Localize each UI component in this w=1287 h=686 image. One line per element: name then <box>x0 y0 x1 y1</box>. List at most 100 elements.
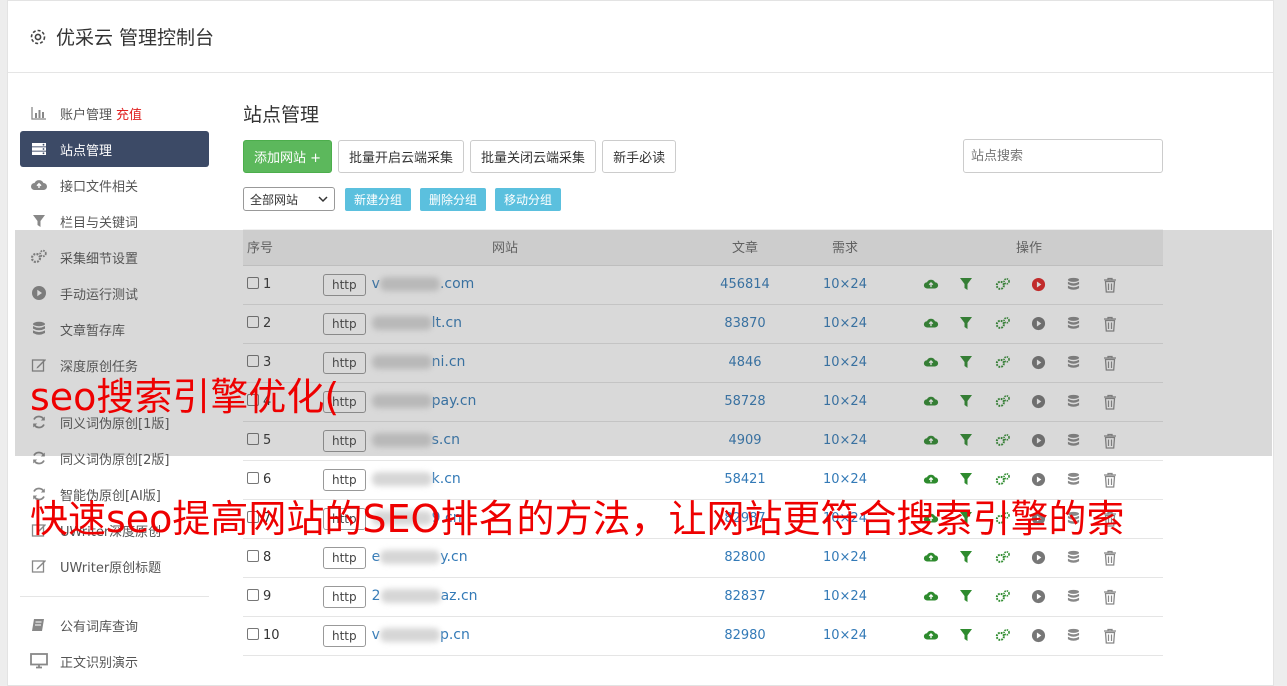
play-circle-icon[interactable] <box>1031 472 1047 488</box>
article-count[interactable]: 82980 <box>695 616 795 656</box>
filter-icon[interactable] <box>959 550 975 566</box>
overlay-band <box>15 230 1272 456</box>
page-title: 优采云 管理控制台 <box>56 27 215 49</box>
sidebar-item[interactable]: 站点管理 <box>20 131 209 167</box>
section-title: 站点管理 <box>243 104 320 126</box>
cloud-upload-icon[interactable] <box>923 628 939 644</box>
site-link[interactable]: v p.cn <box>372 627 470 643</box>
site-suffix: y.cn <box>440 549 468 565</box>
sidebar-item-label: 账户管理 <box>60 107 113 123</box>
play-circle-icon[interactable] <box>1031 550 1047 566</box>
add-site-button[interactable]: 添加网站 + <box>243 139 333 173</box>
delete-group-button[interactable]: 删除分组 <box>420 187 487 211</box>
sidebar-divider <box>20 596 209 597</box>
site-cell: http e y.cn <box>315 538 695 578</box>
cloud-upload-icon[interactable] <box>923 472 939 488</box>
toolbar: 添加网站 + 批量开启云端采集 批量关闭云端采集 新手必读 <box>243 139 1163 173</box>
row-index: 8 <box>263 550 272 565</box>
table-row: 10 http v p.cn 82980 10×24 <box>243 616 1163 656</box>
play-circle-icon[interactable] <box>1031 589 1047 605</box>
redacted-blur <box>371 472 432 486</box>
row-index-cell: 10 <box>243 616 315 656</box>
sidebar-item[interactable]: 正文识别演示 <box>20 643 209 679</box>
sidebar-item-label: 公有词库查询 <box>60 619 139 635</box>
batch-enable-button[interactable]: 批量开启云端采集 <box>338 139 465 173</box>
demand-value[interactable]: 10×24 <box>795 538 895 578</box>
cogs-icon[interactable] <box>995 472 1011 488</box>
row-checkbox[interactable] <box>247 589 259 601</box>
row-index: 6 <box>263 472 272 487</box>
move-group-button[interactable]: 移动分组 <box>495 187 562 211</box>
table-row: 8 http e y.cn 82800 10×24 <box>243 538 1163 578</box>
filter-icon[interactable] <box>959 472 975 488</box>
cogs-icon[interactable] <box>995 589 1011 605</box>
database-icon[interactable] <box>1067 472 1083 488</box>
row-index: 9 <box>263 589 272 604</box>
database-icon[interactable] <box>1067 628 1083 644</box>
chevron-down-icon <box>318 196 328 203</box>
protocol-badge[interactable]: http <box>323 546 366 569</box>
table-row: 9 http 2 az.cn 82837 10×24 <box>243 577 1163 617</box>
sidebar-item-label: 栏目与关键词 <box>60 215 139 231</box>
row-checkbox[interactable] <box>247 550 259 562</box>
monitor-icon <box>30 653 48 669</box>
sidebar-item[interactable]: UWriter原创标题 <box>20 548 209 584</box>
site-suffix: k.cn <box>431 471 461 487</box>
overlay-text-2: 快速seo提高网站的SEO排名的方法，让网站更符合搜索引擎的索 <box>30 497 1125 541</box>
cogs-icon[interactable] <box>995 628 1011 644</box>
cloud-upload-icon <box>30 177 48 193</box>
cogs-icon[interactable] <box>995 550 1011 566</box>
redacted-blur <box>380 589 441 603</box>
row-checkbox[interactable] <box>247 472 259 484</box>
header: 优采云 管理控制台 <box>8 1 1273 73</box>
ops-cell <box>895 577 1163 617</box>
book-icon <box>30 617 48 633</box>
server-icon <box>30 141 48 157</box>
new-group-button[interactable]: 新建分组 <box>345 187 412 211</box>
site-prefix: v <box>371 627 380 643</box>
protocol-badge[interactable]: http <box>323 624 366 647</box>
protocol-badge[interactable]: http <box>323 585 366 608</box>
article-count[interactable]: 82837 <box>695 577 795 617</box>
sidebar-item[interactable]: 账户管理 充值 <box>20 95 209 131</box>
site-link[interactable]: e y.cn <box>372 549 468 565</box>
article-count[interactable]: 82800 <box>695 538 795 578</box>
batch-disable-button[interactable]: 批量关闭云端采集 <box>470 139 597 173</box>
row-checkbox[interactable] <box>247 628 259 640</box>
database-icon[interactable] <box>1067 550 1083 566</box>
trash-icon[interactable] <box>1103 550 1119 566</box>
site-prefix: e <box>371 549 381 565</box>
site-link[interactable]: 2 az.cn <box>372 588 478 604</box>
trash-icon[interactable] <box>1103 472 1119 488</box>
database-icon[interactable] <box>1067 589 1083 605</box>
site-cell: http 2 az.cn <box>315 577 695 617</box>
group-select[interactable]: 全部网站 <box>243 187 335 211</box>
demand-value[interactable]: 10×24 <box>795 616 895 656</box>
sidebar-item-label: 站点管理 <box>60 143 113 159</box>
ops-cell <box>895 616 1163 656</box>
site-suffix: az.cn <box>440 588 478 604</box>
sidebar-item-label: 正文识别演示 <box>60 655 139 671</box>
filter-icon[interactable] <box>959 628 975 644</box>
site-link[interactable]: k.cn <box>371 471 461 487</box>
cloud-upload-icon[interactable] <box>923 550 939 566</box>
newbie-guide-button[interactable]: 新手必读 <box>602 139 677 173</box>
sidebar-item-label: UWriter原创标题 <box>60 560 162 576</box>
ops-cell <box>895 538 1163 578</box>
sidebar-item[interactable]: 公有词库查询 <box>20 607 209 643</box>
site-search-input[interactable] <box>963 139 1163 173</box>
trash-icon[interactable] <box>1103 589 1119 605</box>
site-suffix: p.cn <box>439 627 470 643</box>
row-index-cell: 8 <box>243 538 315 578</box>
trash-icon[interactable] <box>1103 628 1119 644</box>
demand-value[interactable]: 10×24 <box>795 577 895 617</box>
cloud-upload-icon[interactable] <box>923 589 939 605</box>
edit-icon <box>30 558 48 574</box>
filter-icon[interactable] <box>959 589 975 605</box>
site-prefix: 2 <box>371 588 381 604</box>
play-circle-icon[interactable] <box>1031 628 1047 644</box>
row-index: 10 <box>263 628 280 643</box>
sidebar-item[interactable]: 接口文件相关 <box>20 167 209 203</box>
recharge-link[interactable]: 充值 <box>116 104 142 123</box>
filter-icon <box>30 213 48 229</box>
